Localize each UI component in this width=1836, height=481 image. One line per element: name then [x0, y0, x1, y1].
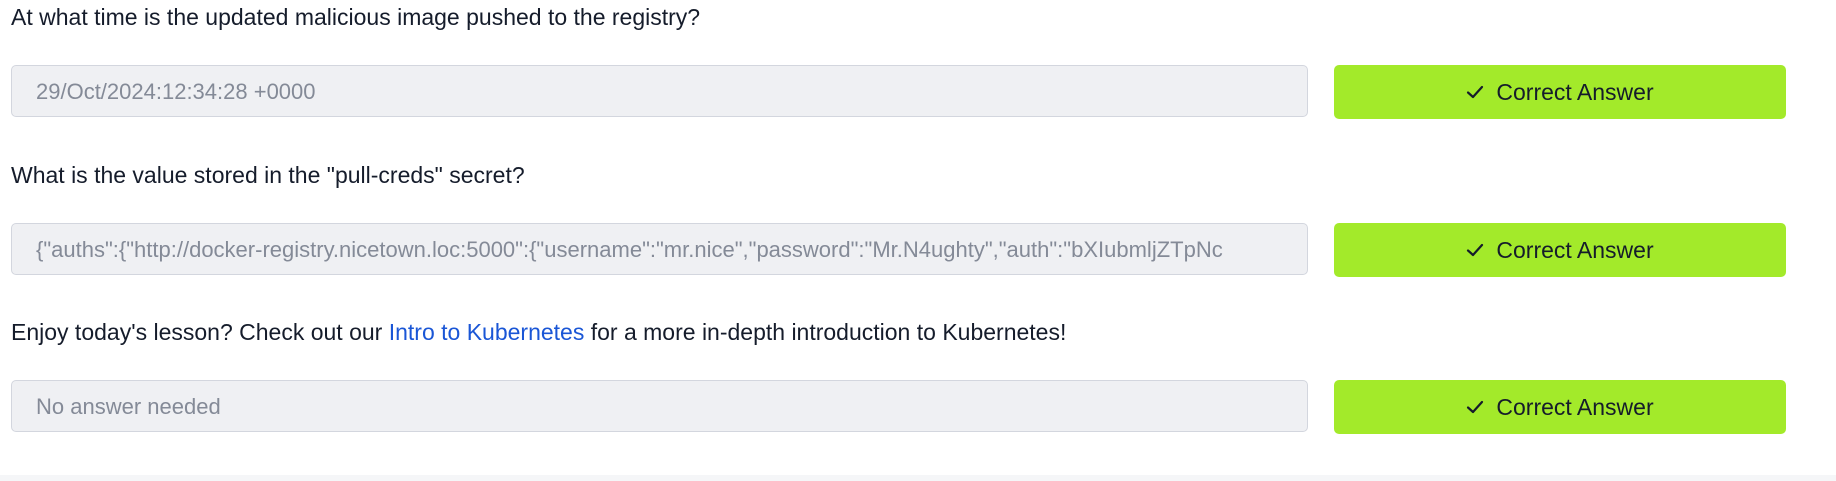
- question-block-2: What is the value stored in the "pull-cr…: [11, 160, 1786, 190]
- answer-row: 29/Oct/2024:12:34:28 +0000 Correct Answe…: [11, 65, 1786, 119]
- question-text: At what time is the updated malicious im…: [11, 4, 701, 30]
- correct-answer-label: Correct Answer: [1496, 236, 1654, 263]
- question-block-3: Enjoy today's lesson? Check out our Intr…: [11, 317, 1786, 347]
- answer-field[interactable]: 29/Oct/2024:12:34:28 +0000: [11, 65, 1308, 117]
- correct-answer-label: Correct Answer: [1496, 78, 1654, 105]
- check-icon: [1467, 400, 1484, 414]
- check-icon: [1467, 85, 1484, 99]
- answer-field[interactable]: {"auths":{"http://docker-registry.niceto…: [11, 223, 1308, 275]
- bottom-divider: [0, 475, 1836, 481]
- task-questions-panel: At what time is the updated malicious im…: [0, 0, 1836, 481]
- question-suffix: for a more in-depth introduction to Kube…: [584, 319, 1067, 345]
- correct-answer-button[interactable]: Correct Answer: [1334, 223, 1786, 277]
- question-block-1: At what time is the updated malicious im…: [11, 2, 1786, 32]
- question-text: What is the value stored in the "pull-cr…: [11, 162, 525, 188]
- answer-field[interactable]: No answer needed: [11, 380, 1308, 432]
- correct-answer-button[interactable]: Correct Answer: [1334, 380, 1786, 434]
- answer-value: No answer needed: [36, 394, 221, 419]
- correct-answer-button[interactable]: Correct Answer: [1334, 65, 1786, 119]
- intro-to-kubernetes-link[interactable]: Intro to Kubernetes: [389, 319, 585, 345]
- answer-row: No answer needed Correct Answer: [11, 380, 1786, 434]
- question-text: Enjoy today's lesson? Check out our Intr…: [11, 317, 1786, 347]
- answer-value: 29/Oct/2024:12:34:28 +0000: [36, 79, 316, 104]
- question-prefix: Enjoy today's lesson? Check out our: [11, 319, 389, 345]
- correct-answer-label: Correct Answer: [1496, 393, 1654, 420]
- check-icon: [1467, 243, 1484, 257]
- answer-row: {"auths":{"http://docker-registry.niceto…: [11, 223, 1786, 277]
- answer-value: {"auths":{"http://docker-registry.niceto…: [36, 237, 1223, 262]
